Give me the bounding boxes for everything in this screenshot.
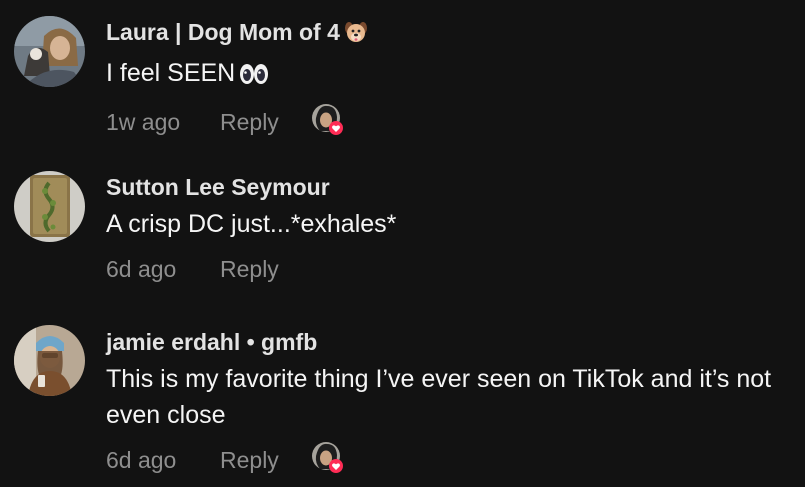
author-name: Sutton Lee Seymour <box>106 174 330 200</box>
author-name: jamie erdahl • gmfb <box>106 329 318 355</box>
avatar[interactable] <box>14 16 85 87</box>
reply-button[interactable]: Reply <box>220 256 279 283</box>
comment-meta: 6d ago Reply <box>106 250 795 286</box>
comment-meta: 1w ago Reply <box>106 103 795 139</box>
comment-text: A crisp DC just...*exhales* <box>106 210 397 238</box>
comment-author[interactable]: Sutton Lee Seymour <box>106 172 795 202</box>
creator-liked-badge <box>311 441 345 475</box>
comment-author[interactable]: Laura | Dog Mom of 4 <box>106 17 795 51</box>
comment-meta: 6d ago Reply <box>106 441 795 477</box>
comment-timestamp: 6d ago <box>106 256 177 282</box>
reply-button[interactable]: Reply <box>220 447 279 474</box>
dog-face-icon <box>344 20 368 51</box>
author-name: Laura | Dog Mom of 4 <box>106 19 340 45</box>
reply-button[interactable]: Reply <box>220 109 279 136</box>
comment-text: This is my favorite thing I’ve ever seen… <box>106 365 772 429</box>
comment-author[interactable]: jamie erdahl • gmfb <box>106 327 795 357</box>
avatar[interactable] <box>14 171 85 242</box>
eyes-icon <box>239 59 269 95</box>
avatar[interactable] <box>14 325 85 396</box>
creator-liked-badge <box>311 103 345 137</box>
comment-text: I feel SEEN <box>106 55 795 95</box>
comment-timestamp: 1w ago <box>106 109 181 135</box>
comment-timestamp: 6d ago <box>106 447 177 473</box>
